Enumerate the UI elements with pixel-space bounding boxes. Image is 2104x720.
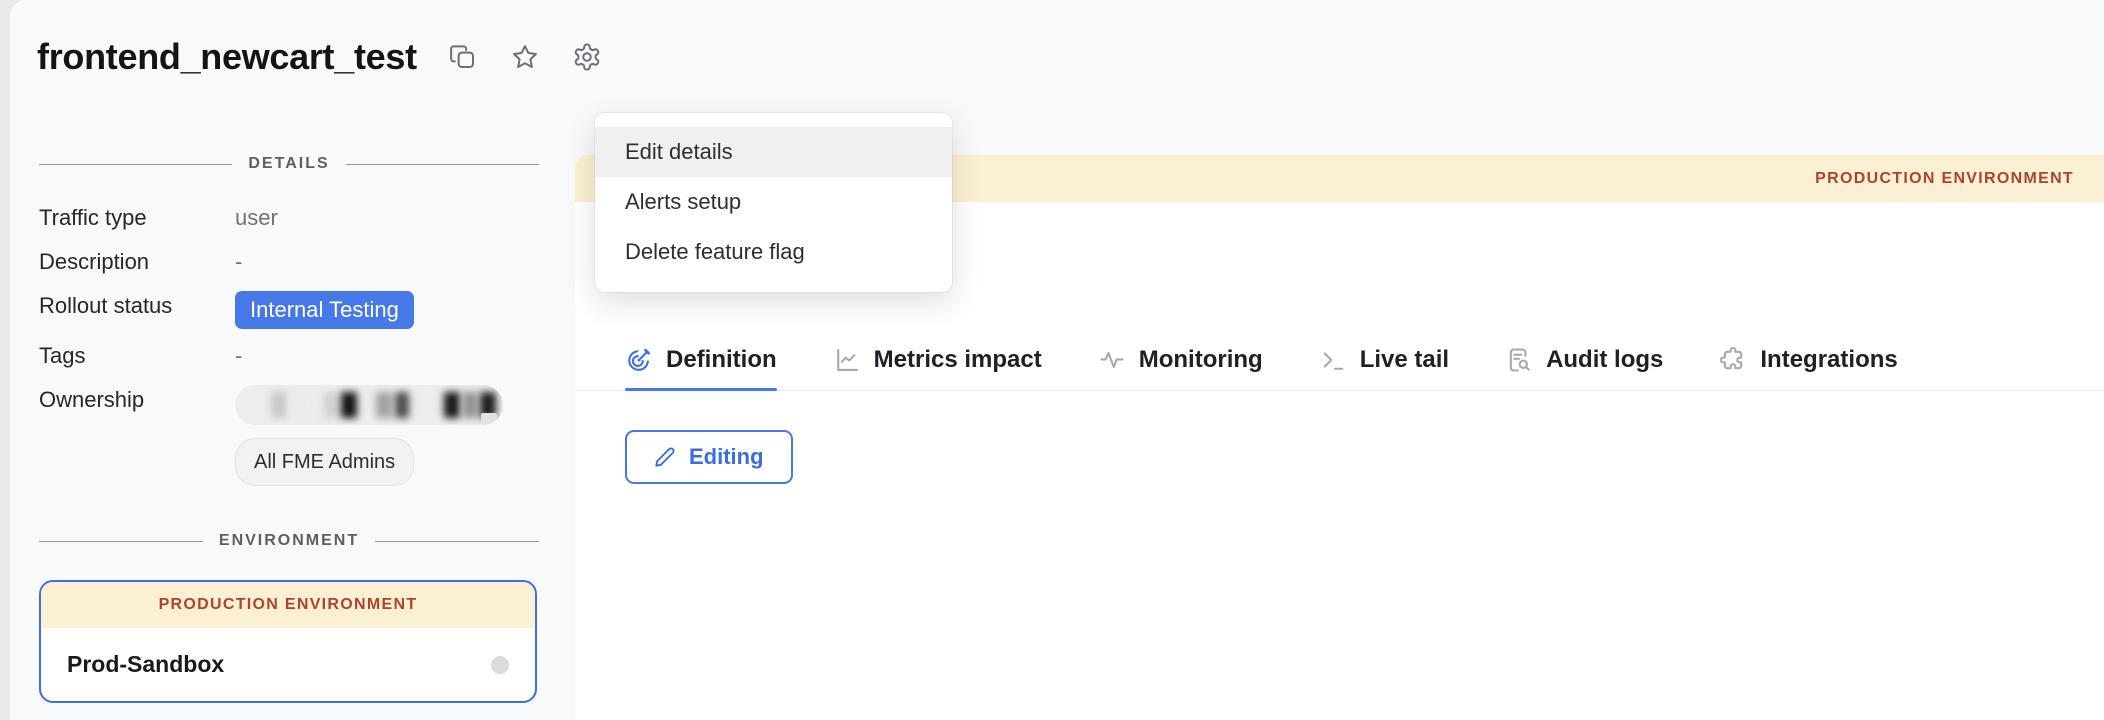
production-environment-banner-label: PRODUCTION ENVIRONMENT bbox=[1815, 170, 2074, 188]
environment-name: Prod-Sandbox bbox=[67, 651, 224, 678]
redaction-block bbox=[271, 392, 287, 418]
detail-row-rollout-status: Rollout status Internal Testing bbox=[39, 291, 539, 329]
settings-dropdown-menu: Edit details Alerts setup Delete feature… bbox=[595, 113, 952, 292]
divider-line bbox=[39, 164, 232, 165]
editing-status-button[interactable]: Editing bbox=[625, 430, 793, 484]
favorite-star-button[interactable] bbox=[509, 41, 541, 73]
detail-row-ownership: Ownership bbox=[39, 385, 539, 486]
detail-row-tags: Tags - bbox=[39, 341, 539, 371]
description-value: - bbox=[235, 247, 242, 277]
environment-heading: ENVIRONMENT bbox=[39, 532, 539, 550]
editing-status-label: Editing bbox=[689, 444, 764, 470]
flag-settings-button[interactable] bbox=[571, 41, 603, 73]
environment-heading-label: ENVIRONMENT bbox=[219, 532, 359, 550]
redacted-owner-pill bbox=[235, 385, 503, 425]
document-search-icon bbox=[1505, 346, 1533, 374]
description-label: Description bbox=[39, 247, 235, 277]
details-heading-label: DETAILS bbox=[248, 155, 329, 173]
tab-monitoring[interactable]: Monitoring bbox=[1098, 330, 1263, 390]
tab-definition-label: Definition bbox=[666, 346, 777, 374]
tabs-row: Definition Metrics impact Monitoring bbox=[575, 330, 2104, 391]
redaction-block bbox=[444, 392, 460, 418]
traffic-type-label: Traffic type bbox=[39, 203, 235, 233]
detail-row-description: Description - bbox=[39, 247, 539, 277]
app-background: frontend_newcart_test Edit bbox=[0, 0, 2104, 720]
page-container: frontend_newcart_test Edit bbox=[10, 0, 2104, 720]
tab-integrations-label: Integrations bbox=[1760, 346, 1897, 374]
redaction-block bbox=[324, 392, 338, 418]
redaction-block bbox=[463, 392, 477, 418]
divider-line bbox=[346, 164, 539, 165]
tags-label: Tags bbox=[39, 341, 235, 371]
page-title: frontend_newcart_test bbox=[37, 36, 417, 78]
details-heading: DETAILS bbox=[39, 155, 539, 173]
copy-icon bbox=[448, 42, 478, 72]
environment-section: ENVIRONMENT PRODUCTION ENVIRONMENT Prod-… bbox=[39, 532, 539, 703]
tab-live-tail[interactable]: Live tail bbox=[1319, 330, 1449, 390]
traffic-type-value: user bbox=[235, 203, 278, 233]
redaction-corner bbox=[481, 413, 497, 425]
tab-metrics-impact-label: Metrics impact bbox=[874, 346, 1042, 374]
redaction-block bbox=[290, 392, 305, 418]
line-chart-icon bbox=[833, 346, 861, 374]
divider-line bbox=[39, 541, 203, 542]
rollout-status-badge[interactable]: Internal Testing bbox=[235, 291, 414, 329]
divider-line bbox=[375, 541, 539, 542]
redaction-block bbox=[376, 392, 392, 418]
detail-row-traffic-type: Traffic type user bbox=[39, 203, 539, 233]
tab-live-tail-label: Live tail bbox=[1360, 346, 1449, 374]
redaction-block bbox=[395, 392, 409, 418]
target-edit-icon bbox=[625, 346, 653, 374]
redaction-block bbox=[341, 392, 357, 418]
tab-monitoring-label: Monitoring bbox=[1139, 346, 1263, 374]
star-icon bbox=[510, 42, 540, 72]
terminal-icon bbox=[1319, 346, 1347, 374]
environment-card-banner: PRODUCTION ENVIRONMENT bbox=[41, 582, 535, 628]
settings-gear-icon bbox=[572, 42, 602, 72]
puzzle-icon bbox=[1719, 346, 1747, 374]
menu-item-edit-details[interactable]: Edit details bbox=[595, 127, 952, 177]
ownership-value: All FME Admins bbox=[235, 385, 503, 486]
pulse-icon bbox=[1098, 346, 1126, 374]
tab-definition[interactable]: Definition bbox=[625, 330, 777, 390]
details-section: DETAILS Traffic type user Description - … bbox=[39, 155, 539, 500]
environment-card[interactable]: PRODUCTION ENVIRONMENT Prod-Sandbox bbox=[39, 580, 537, 703]
copy-name-button[interactable] bbox=[447, 41, 479, 73]
page-header: frontend_newcart_test bbox=[37, 36, 603, 78]
rollout-status-label: Rollout status bbox=[39, 291, 235, 321]
menu-item-alerts-setup[interactable]: Alerts setup bbox=[595, 177, 952, 227]
environment-status-dot bbox=[491, 656, 509, 674]
pencil-icon bbox=[654, 446, 676, 468]
menu-item-delete-feature-flag[interactable]: Delete feature flag bbox=[595, 227, 952, 277]
tab-integrations[interactable]: Integrations bbox=[1719, 330, 1897, 390]
tab-metrics-impact[interactable]: Metrics impact bbox=[833, 330, 1042, 390]
tab-audit-logs[interactable]: Audit logs bbox=[1505, 330, 1663, 390]
ownership-group-chip[interactable]: All FME Admins bbox=[235, 438, 414, 486]
tags-value: - bbox=[235, 341, 242, 371]
ownership-label: Ownership bbox=[39, 385, 235, 415]
tab-audit-logs-label: Audit logs bbox=[1546, 346, 1663, 374]
